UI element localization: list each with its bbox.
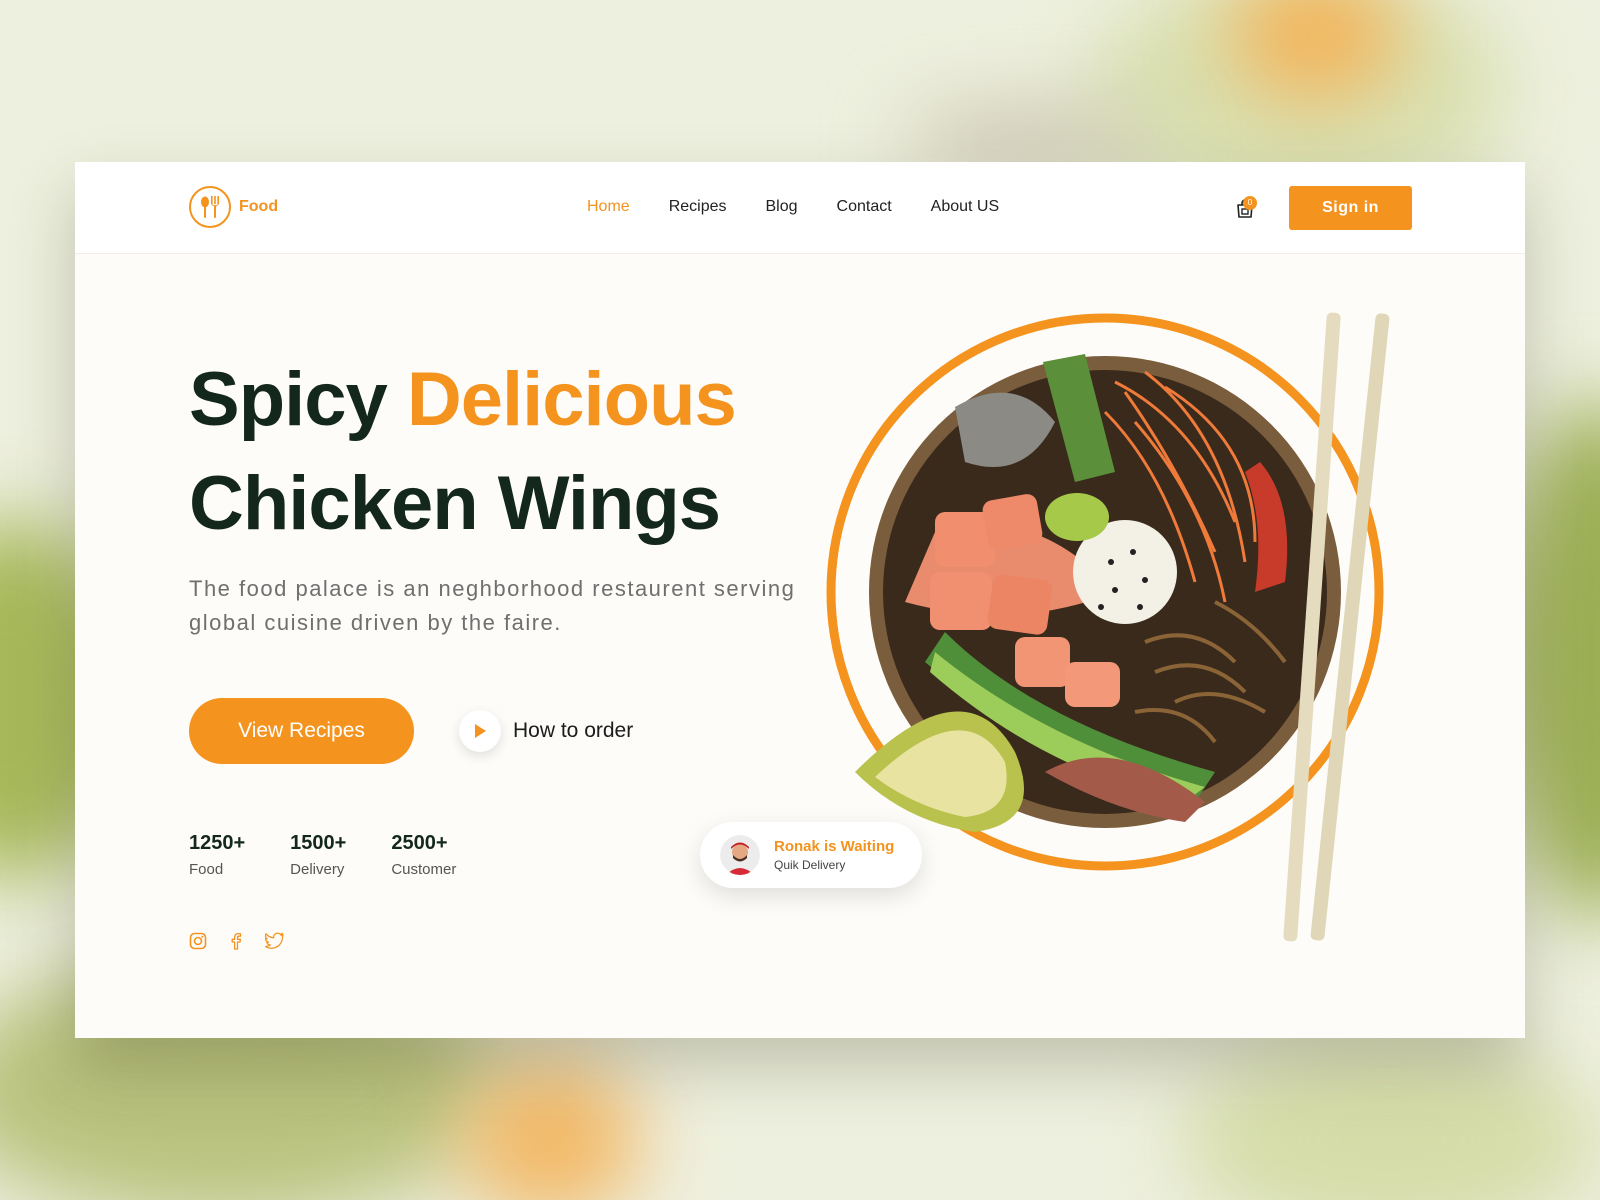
avatar: [720, 835, 760, 875]
delivery-status-card[interactable]: Ronak is Waiting Quik Delivery: [700, 822, 922, 888]
stat-label: Delivery: [290, 861, 345, 878]
spoon-fork-icon: [189, 186, 231, 228]
nav-link-contact[interactable]: Contact: [837, 198, 892, 216]
brand-name: Food: [239, 198, 279, 215]
sign-in-button[interactable]: Sign in: [1289, 186, 1412, 230]
twitter-icon[interactable]: [265, 932, 285, 950]
hero-headline: Spicy Delicious Chicken Wings: [189, 348, 737, 556]
nav-link-home[interactable]: Home: [587, 198, 630, 216]
stat-label: Customer: [391, 861, 457, 878]
stat-delivery: 1500+ Delivery: [290, 832, 346, 878]
facebook-icon[interactable]: [227, 932, 245, 950]
landing-page-card: Food Home Recipes Blog Contact About US …: [75, 162, 1525, 1038]
stat-value: 2500+: [391, 832, 448, 854]
delivery-subtitle: Quik Delivery: [774, 858, 846, 872]
stat-food: 1250+ Food: [189, 832, 245, 878]
social-links: [189, 932, 285, 950]
instagram-icon[interactable]: [189, 932, 207, 950]
delivery-title: Ronak is Waiting: [774, 838, 895, 855]
headline-line-2: Chicken Wings: [189, 461, 721, 546]
headline-part-1: Spicy: [189, 357, 407, 442]
nav-link-blog[interactable]: Blog: [766, 198, 798, 216]
cart-count-badge: 0: [1243, 196, 1257, 210]
stats-row: 1250+ Food 1500+ Delivery 2500+ Customer: [189, 832, 501, 878]
view-recipes-button[interactable]: View Recipes: [189, 698, 414, 764]
how-to-order-label: How to order: [513, 719, 634, 742]
stat-value: 1500+: [290, 832, 347, 854]
stat-customer: 2500+ Customer: [391, 832, 456, 878]
stat-value: 1250+: [189, 832, 246, 854]
headline-accent: Delicious: [406, 357, 737, 442]
play-icon[interactable]: [459, 710, 501, 752]
navbar: Food Home Recipes Blog Contact About US …: [75, 162, 1525, 254]
nav-link-recipes[interactable]: Recipes: [669, 198, 727, 216]
nav-menu: Home Recipes Blog Contact About US: [587, 198, 1038, 216]
delivery-status-text: Ronak is Waiting Quik Delivery: [774, 838, 894, 872]
stat-label: Food: [189, 861, 224, 878]
logo[interactable]: Food: [189, 186, 278, 228]
hero-description: The food palace is an neghborhood restau…: [189, 576, 796, 635]
nav-link-about[interactable]: About US: [931, 198, 999, 216]
how-to-order-link[interactable]: How to order: [459, 710, 633, 752]
